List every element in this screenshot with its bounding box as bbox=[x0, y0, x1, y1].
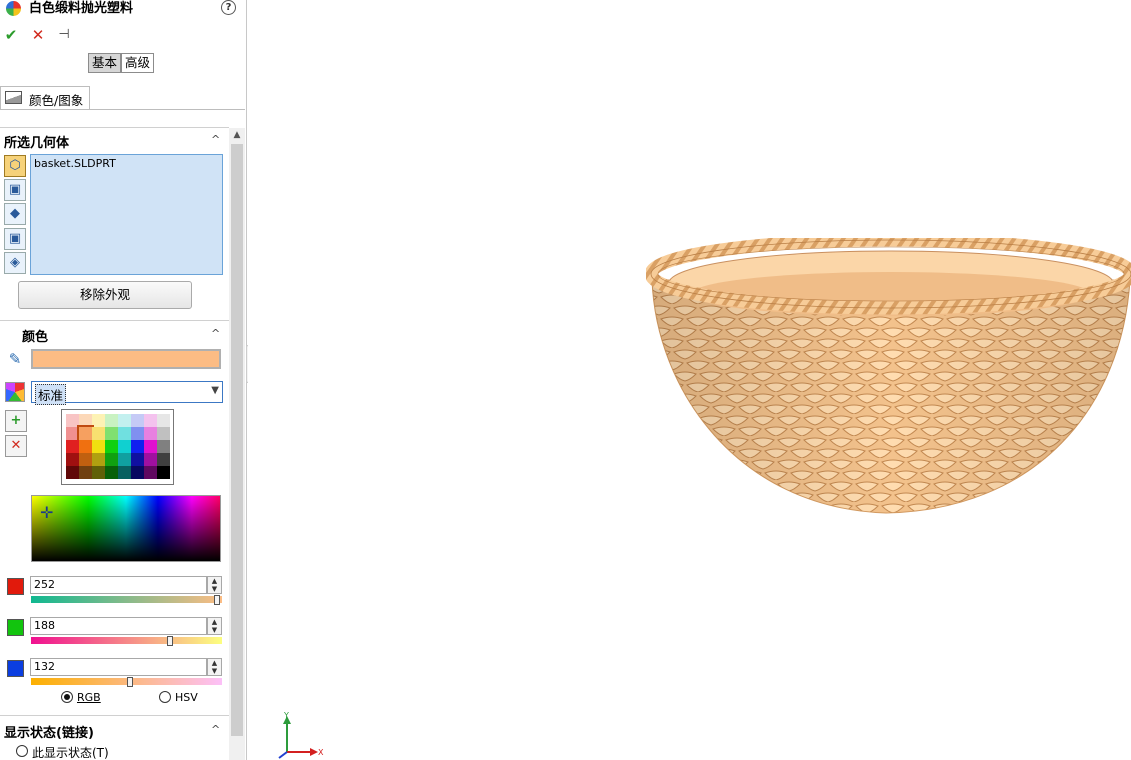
axis-triad: Y X bbox=[278, 711, 324, 759]
tab-divider bbox=[0, 109, 245, 110]
select-body-icon[interactable]: ▣ bbox=[4, 179, 26, 201]
blue-swatch bbox=[7, 660, 24, 677]
help-icon[interactable]: ? bbox=[221, 0, 236, 15]
basic-mode-button[interactable]: 基本 bbox=[88, 53, 122, 73]
green-spinner[interactable]: ▲ ▼ bbox=[207, 617, 222, 635]
green-swatch bbox=[7, 619, 24, 636]
remove-appearance-button[interactable]: 移除外观 bbox=[18, 281, 192, 309]
select-feature-icon[interactable]: ▣ bbox=[4, 228, 26, 250]
rgb-label: RGB bbox=[77, 691, 101, 704]
tab-color-image[interactable]: 颜色/图象 bbox=[0, 86, 90, 110]
blue-spinner[interactable]: ▲ ▼ bbox=[207, 658, 222, 676]
axis-x-label: X bbox=[318, 748, 324, 757]
delete-swatch-icon[interactable]: ✕ bbox=[5, 435, 27, 457]
crosshair-icon[interactable]: ✛ bbox=[40, 503, 53, 522]
color-palette[interactable] bbox=[61, 409, 174, 485]
select-solid-icon[interactable]: ◈ bbox=[4, 252, 26, 274]
display-state-header[interactable]: 显示状态(链接) bbox=[4, 722, 94, 741]
red-slider-thumb[interactable] bbox=[213, 595, 220, 605]
section-divider bbox=[0, 715, 229, 716]
panel-title: 白色缎料抛光塑料 bbox=[29, 1, 134, 16]
appearance-property-panel: 白色缎料抛光塑料 ? ✔ ✕ ⊣ 基本 高级 颜色/图象 ▲ 所选几何体 ^ ⬡… bbox=[0, 0, 247, 760]
cancel-button[interactable]: ✕ bbox=[30, 26, 46, 44]
red-slider[interactable] bbox=[31, 596, 222, 603]
geometry-section-header[interactable]: 所选几何体 bbox=[4, 132, 69, 151]
green-slider-thumb[interactable] bbox=[167, 636, 174, 646]
ok-button[interactable]: ✔ bbox=[3, 26, 19, 44]
list-item[interactable]: basket.SLDPRT bbox=[34, 157, 219, 170]
red-spinner[interactable]: ▲ ▼ bbox=[207, 576, 222, 594]
advanced-mode-button[interactable]: 高级 bbox=[121, 53, 155, 73]
blue-slider-thumb[interactable] bbox=[126, 677, 133, 687]
graphics-viewport[interactable]: Y X bbox=[248, 0, 1131, 760]
palette-select[interactable]: 标准 ▼ bbox=[31, 381, 223, 405]
rgb-radio[interactable] bbox=[61, 691, 73, 703]
basket-model[interactable] bbox=[646, 238, 1131, 520]
blue-value-input[interactable]: 132 bbox=[30, 658, 207, 676]
chevron-down-icon[interactable]: ▼ bbox=[211, 385, 219, 396]
scroll-thumb[interactable] bbox=[231, 144, 243, 736]
scroll-up-icon[interactable]: ▲ bbox=[229, 128, 245, 142]
eyedropper-icon[interactable]: ✎ bbox=[5, 350, 25, 370]
palette-grid[interactable] bbox=[66, 414, 170, 479]
panel-scrollbar[interactable]: ▲ bbox=[229, 128, 245, 760]
section-divider bbox=[0, 320, 229, 321]
add-swatch-icon[interactable]: + bbox=[5, 410, 27, 432]
green-slider[interactable] bbox=[31, 637, 222, 644]
palette-select-value: 标准 bbox=[35, 384, 67, 405]
select-part-icon[interactable]: ⬡ bbox=[4, 155, 26, 177]
hsv-label: HSV bbox=[175, 691, 198, 704]
this-display-state-radio[interactable] bbox=[16, 745, 28, 757]
palette-icon bbox=[5, 382, 25, 402]
panel-title-bar: 白色缎料抛光塑料 ? bbox=[0, 0, 246, 20]
color-spectrum-picker[interactable]: ✛ bbox=[31, 495, 221, 562]
green-value-input[interactable]: 188 bbox=[30, 617, 207, 635]
selected-geometry-list[interactable]: basket.SLDPRT bbox=[30, 154, 223, 275]
tab-label: 颜色/图象 bbox=[29, 93, 84, 108]
section-divider bbox=[0, 127, 229, 128]
collapse-geometry-icon[interactable]: ^ bbox=[211, 133, 220, 146]
appearance-icon bbox=[6, 1, 21, 16]
hsv-radio[interactable] bbox=[159, 691, 171, 703]
select-face-icon[interactable]: ◆ bbox=[4, 203, 26, 225]
current-color-swatch[interactable] bbox=[31, 349, 221, 369]
red-swatch bbox=[7, 578, 24, 595]
collapse-display-icon[interactable]: ^ bbox=[211, 723, 220, 736]
this-display-state-label: 此显示状态(T) bbox=[32, 746, 109, 760]
color-section-header[interactable]: 颜色 bbox=[22, 326, 48, 345]
pin-icon[interactable]: ⊣ bbox=[56, 26, 72, 44]
axis-y-label: Y bbox=[283, 711, 289, 720]
image-icon bbox=[5, 91, 22, 104]
collapse-color-icon[interactable]: ^ bbox=[211, 327, 220, 340]
red-value-input[interactable]: 252 bbox=[30, 576, 207, 594]
